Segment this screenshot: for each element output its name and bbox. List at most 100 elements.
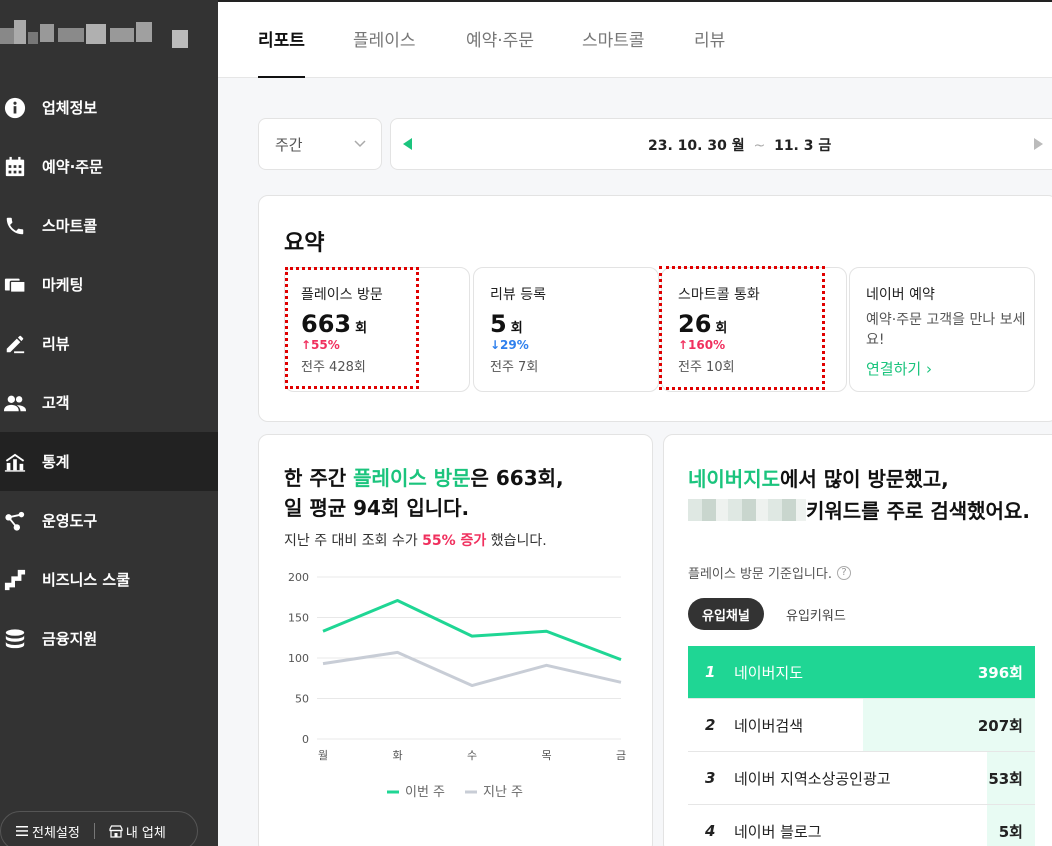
tab-smartcall[interactable]: 스마트콜 [582,26,645,78]
rank-number: 1 [705,663,716,681]
change-badge: ↓29% [490,338,529,352]
channel-name: 네이버지도 [734,663,804,682]
sidebar-item-stats[interactable]: 통계 [0,432,218,491]
sidebar-item-label: 마케팅 [42,276,84,294]
sidebar-nav: 업체정보 예약·주문 스마트콜 마케팅 리뷰 고객 통계 운영도구 비즈니스 스… [0,78,218,668]
channel-row: 1 네이버지도 396회 [688,646,1035,699]
series-line-this-week [322,598,622,662]
sidebar-item-label: 운영도구 [42,512,98,530]
my-store-button[interactable]: 내 업체 [95,812,180,846]
calendar-icon [4,156,26,178]
visit-chart-card: 한 주간 플레이스 방문은 663회, 일 평균 94회 입니다. 지난 주 대… [258,434,653,846]
stairs-icon [4,569,26,591]
sidebar-item-business-info[interactable]: 업체정보 [0,78,218,137]
help-icon[interactable]: ? [836,565,851,580]
sidebar-item-label: 금융지원 [42,630,98,648]
next-period-button[interactable] [1034,138,1043,150]
legend-label: 이번 주 [405,785,445,800]
rank-number: 2 [705,716,716,734]
stat-review[interactable]: 리뷰 등록 5회 ↓29% 전주 7회 [473,267,659,392]
top-tab-bar: 리포트 플레이스 예약·주문 스마트콜 리뷰 [218,0,1052,78]
period-select[interactable]: 주간 [258,118,382,170]
sidebar-item-label: 고객 [42,394,70,412]
share-icon [4,510,26,532]
x-tick-label: 목 [541,749,551,762]
legend-label: 지난 주 [483,785,523,800]
y-tick-label: 200 [288,571,309,584]
prev-period-button[interactable] [403,138,412,150]
sidebar-item-label: 통계 [42,453,70,471]
visit-headline: 한 주간 플레이스 방문은 663회, 일 평균 94회 입니다. [284,466,564,520]
y-tick-label: 0 [302,733,309,746]
tab-inflow-channel[interactable]: 유입채널 [688,598,764,630]
x-tick-label: 금 [616,749,626,762]
channel-count: 396회 [977,663,1023,682]
sidebar-item-business-school[interactable]: 비즈니스 스쿨 [0,550,218,609]
visit-subtext: 지난 주 대비 조회 수가 55% 증가 했습니다. [284,533,547,549]
channel-name: 네이버검색 [734,716,804,735]
x-tick-label: 화 [392,749,402,762]
sidebar-item-smartcall[interactable]: 스마트콜 [0,196,218,255]
channel-row: 3 네이버 지역소상공인광고 53회 [688,752,1035,805]
menu-icon [16,826,28,836]
sidebar-item-review[interactable]: 리뷰 [0,314,218,373]
sidebar-item-label: 예약·주문 [42,158,103,176]
sidebar-item-label: 스마트콜 [42,217,98,235]
store-icon [109,825,123,838]
summary-title: 요약 [284,231,325,256]
series-line-last-week [322,650,622,688]
people-icon [4,392,26,414]
sidebar-item-customer[interactable]: 고객 [0,373,218,432]
channel-name: 네이버 블로그 [734,822,822,841]
x-tick-label: 수 [467,749,477,762]
business-name-logo [0,18,200,58]
highlight-box [659,266,825,390]
summary-card: 요약 플레이스 방문 663 회 ↑55% 전주 428회 리뷰 등록 5회 ↓2… [258,195,1052,422]
rank-number: 3 [705,769,716,787]
date-range-text: 23. 10. 30 월 ~ 11. 3 금 [648,138,832,154]
marketing-icon [4,274,26,296]
channel-headline: 네이버지도에서 많이 방문했고, 키워드를 주로 검색했어요. [688,467,1030,523]
stat-naver-booking[interactable]: 네이버 예약 예약·주문 고객을 만나 보세요! 연결하기 › [849,267,1035,392]
tab-report[interactable]: 리포트 [258,26,305,78]
tab-place[interactable]: 플레이스 [353,26,416,78]
y-tick-label: 150 [288,612,309,625]
pencil-icon [4,333,26,355]
channel-count: 53회 [988,769,1023,788]
visit-line-chart: 0 50 100 150 200 월 화 수 목 금이번 주 지난 주 [288,571,626,800]
channel-count: 207회 [977,716,1023,735]
sidebar-item-finance[interactable]: 금융지원 [0,609,218,668]
sidebar-item-tools[interactable]: 운영도구 [0,491,218,550]
sidebar-item-label: 리뷰 [42,335,70,353]
chevron-down-icon [354,140,366,148]
settings-button[interactable]: 전체설정 [1,812,94,846]
coins-icon [4,628,26,650]
tab-review[interactable]: 리뷰 [694,26,725,78]
basis-note: 플레이스 방문 기준입니다.? [688,563,851,582]
channel-count: 5회 [998,822,1023,841]
rank-number: 4 [705,822,716,840]
info-icon [4,97,26,119]
channel-name: 네이버 지역소상공인광고 [734,769,891,788]
sidebar-item-label: 비즈니스 스쿨 [42,571,131,589]
date-range-bar: 23. 10. 30 월 ~ 11. 3 금 [390,118,1052,170]
channel-rank-list: 1 네이버지도 396회 2 네이버검색 207회 3 네이버 지역소상공인광고 53회 4 네이버… [688,646,1035,846]
channel-card: 네이버지도에서 많이 방문했고, 키워드를 주로 검색했어요. 플레이스 방문 … [663,434,1052,846]
sidebar-item-booking[interactable]: 예약·주문 [0,137,218,196]
channel-row: 2 네이버검색 207회 [688,699,1035,752]
y-tick-label: 100 [288,652,309,665]
highlight-box [285,267,419,389]
sidebar-item-label: 업체정보 [42,99,98,117]
tab-booking[interactable]: 예약·주문 [466,26,534,78]
sidebar-item-marketing[interactable]: 마케팅 [0,255,218,314]
sidebar: 업체정보 예약·주문 스마트콜 마케팅 리뷰 고객 통계 운영도구 비즈니스 스… [0,0,218,846]
y-tick-label: 50 [295,693,309,706]
connect-link[interactable]: 연결하기 › [866,358,1034,379]
stats-icon [4,451,26,473]
x-tick-label: 월 [318,749,328,762]
phone-icon [4,215,26,237]
blurred-keyword [688,499,806,521]
channel-row: 4 네이버 블로그 5회 [688,805,1035,846]
sidebar-bottom-bar: 전체설정 내 업체 [0,811,198,846]
tab-inflow-keyword[interactable]: 유입키워드 [772,598,860,630]
